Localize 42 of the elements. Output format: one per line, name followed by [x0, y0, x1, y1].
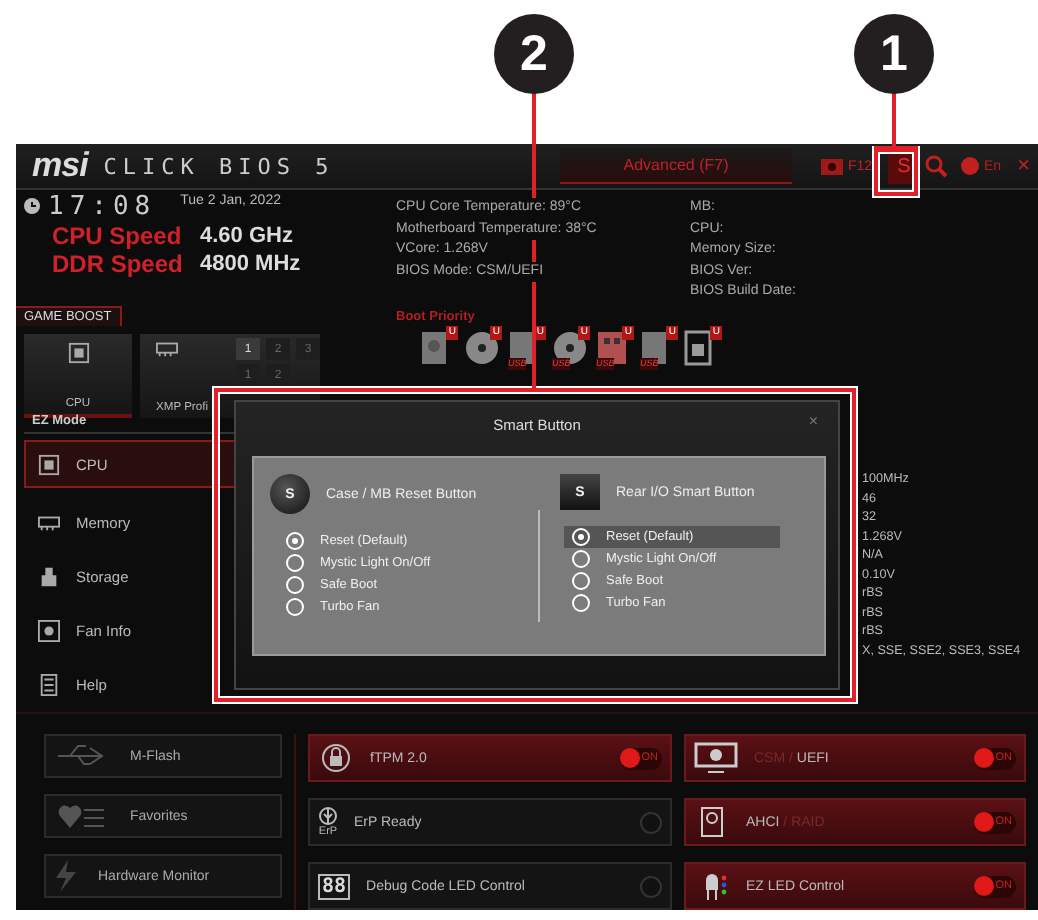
chip-icon [38, 453, 60, 475]
radio-button[interactable] [572, 528, 590, 546]
usb-drive-icon [640, 330, 668, 366]
radio-button[interactable] [286, 532, 304, 550]
toggle-switch[interactable] [640, 811, 662, 833]
storage-icon [38, 566, 60, 588]
radio-button[interactable] [286, 598, 304, 616]
close-button[interactable]: × [808, 412, 818, 430]
clock-time: 17:08 [48, 194, 157, 222]
memory-icon [156, 338, 178, 360]
radio-button[interactable] [286, 554, 304, 572]
memory-icon [38, 512, 60, 534]
close-button[interactable]: × [1017, 154, 1030, 178]
search-icon[interactable] [924, 154, 948, 178]
camera-icon [819, 156, 844, 176]
calculator-icon [38, 674, 60, 696]
radio-button[interactable] [286, 576, 304, 594]
hard-drive-icon [420, 330, 448, 366]
clock-icon [24, 198, 40, 214]
product-name: CLICK BIOS 5 [103, 153, 335, 179]
speed-label: DDR Speed [52, 250, 185, 278]
disc-icon [464, 330, 500, 366]
toggle-switch[interactable] [640, 875, 662, 897]
advanced-mode-tab[interactable]: Advanced (F7) [560, 148, 792, 184]
chip-icon [67, 342, 89, 364]
network-port-icon [684, 330, 712, 366]
lightning-icon [54, 858, 78, 894]
callout-number: 2 [494, 14, 574, 94]
radio-button[interactable] [572, 550, 590, 568]
radio-button[interactable] [572, 572, 590, 590]
radio-button[interactable] [572, 594, 590, 612]
speed-value: 4.60 GHz [200, 222, 295, 250]
lock-cycle-icon [318, 742, 354, 774]
logo: msi [32, 146, 88, 186]
usb-stick-icon [596, 330, 628, 366]
highlight-box [874, 148, 918, 196]
fan-icon [38, 620, 60, 642]
leader-line [872, 90, 920, 150]
speed-label: CPU Speed [52, 222, 184, 250]
seven-segment-icon: 88 [318, 873, 351, 899]
callout-number: 1 [854, 14, 934, 94]
speed-value: 4800 MHz [200, 250, 303, 278]
